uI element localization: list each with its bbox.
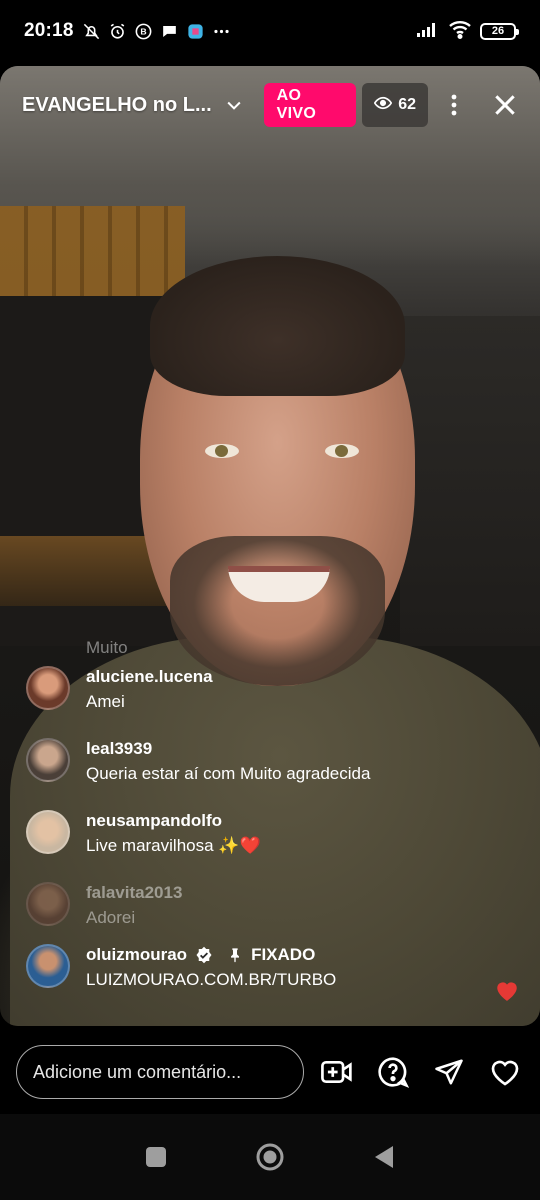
video-wood-panel (0, 206, 185, 301)
comment-item: falavita2013 Adorei (26, 882, 496, 930)
pinned-link[interactable]: LUIZMOURAO.COM.BR/TURBO (86, 968, 336, 992)
status-time: 20:18 (24, 20, 74, 41)
system-nav-bar (0, 1114, 540, 1200)
comment-input[interactable] (16, 1045, 304, 1099)
more-options-icon[interactable] (450, 93, 458, 117)
video-doorway (400, 316, 540, 646)
comment-text: Queria estar aí com Muito agradecida (86, 764, 371, 783)
signal-icon (416, 20, 440, 43)
heart-icon[interactable] (488, 1055, 522, 1089)
status-notification-icons: B (82, 22, 231, 41)
comment-item: leal3939 Queria estar aí com Muito agrad… (26, 738, 496, 786)
battery-level: 26 (491, 25, 505, 37)
comment-text: Adorei (86, 908, 136, 927)
home-button[interactable] (255, 1142, 285, 1172)
comment-username[interactable]: leal3939 (86, 738, 370, 760)
comment-text: Live maravilhosa ✨❤️ (86, 836, 261, 855)
avatar[interactable] (26, 882, 70, 926)
action-icons (320, 1055, 524, 1089)
wifi-icon (448, 19, 472, 44)
comment-text: Amei (86, 692, 125, 711)
avatar[interactable] (26, 944, 70, 988)
alarm-icon (108, 22, 127, 41)
presenter-eye-right (325, 444, 359, 458)
status-bar: 20:18 B 26 (0, 0, 540, 62)
b-icon: B (134, 22, 153, 41)
chat-icon (160, 22, 179, 41)
chevron-down-icon[interactable] (224, 95, 244, 115)
add-video-icon[interactable] (320, 1055, 354, 1089)
comment-username[interactable]: neusampandolfo (86, 810, 261, 832)
pinned-header: oluizmourao FIXADO (86, 944, 336, 966)
floating-heart-icon (494, 978, 520, 1002)
pin-icon (227, 946, 243, 964)
live-badge: AO VIVO (263, 83, 357, 127)
close-icon[interactable] (492, 92, 518, 118)
comment-username[interactable]: oluizmourao (86, 944, 187, 966)
avatar[interactable] (26, 666, 70, 710)
comment-item: neusampandolfo Live maravilhosa ✨❤️ (26, 810, 496, 858)
comment-username[interactable]: aluciene.lucena (86, 666, 213, 688)
eye-icon (374, 96, 393, 115)
live-title[interactable]: EVANGELHO no L... (22, 94, 212, 117)
recents-button[interactable] (145, 1146, 167, 1168)
app-icon (186, 22, 205, 41)
presenter-eye-left (205, 444, 239, 458)
live-header: EVANGELHO no L... AO VIVO 62 (0, 80, 540, 130)
pinned-label: FIXADO (251, 945, 316, 964)
question-icon[interactable] (376, 1055, 410, 1089)
comment-username[interactable]: falavita2013 (86, 882, 182, 904)
comment-item: aluciene.lucena Amei (26, 666, 496, 714)
viewer-count-badge[interactable]: 62 (362, 83, 428, 127)
presenter-hair (150, 256, 405, 396)
battery-icon: 26 (480, 22, 519, 40)
verified-badge-icon (195, 946, 213, 964)
mute-icon (82, 22, 101, 41)
more-dots-icon (212, 22, 231, 41)
send-icon[interactable] (432, 1055, 466, 1089)
faded-comment: Muito (86, 638, 128, 657)
pinned-comment: oluizmourao FIXADO LUIZMOURAO.COM.BR/TUR… (26, 944, 496, 992)
comment-bar (0, 1030, 540, 1114)
back-button[interactable] (373, 1144, 395, 1170)
viewer-count: 62 (398, 96, 416, 113)
svg-text:B: B (140, 26, 146, 36)
avatar[interactable] (26, 738, 70, 782)
status-system-icons: 26 (416, 19, 519, 44)
avatar[interactable] (26, 810, 70, 854)
comment-feed[interactable]: Muito aluciene.lucena Amei leal3939 Quer… (26, 630, 496, 1016)
